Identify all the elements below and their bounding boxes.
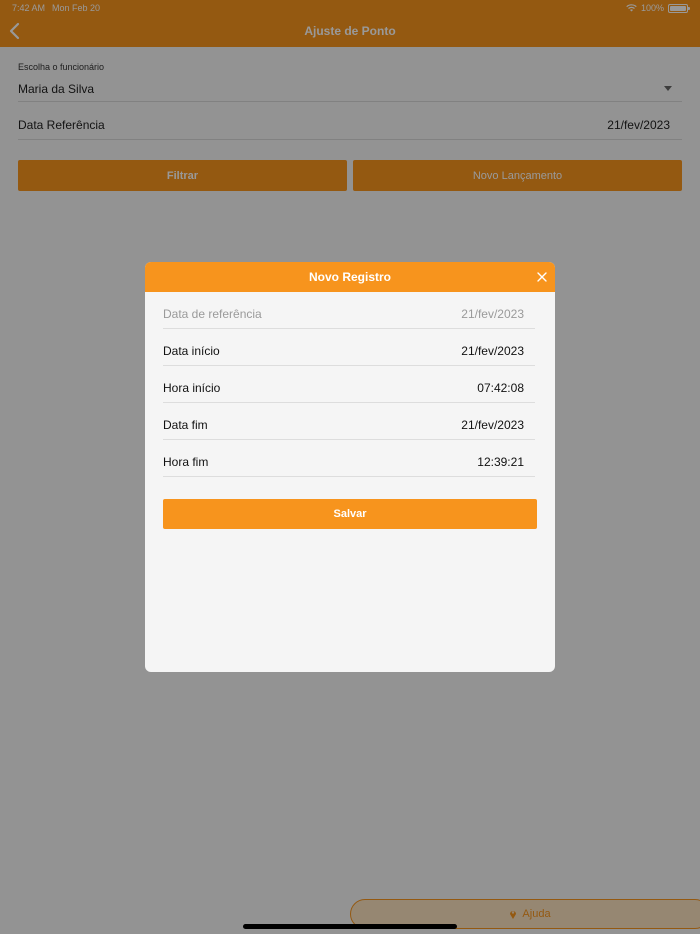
row-label: Data de referência	[163, 307, 262, 321]
row-label: Hora início	[163, 381, 221, 395]
start-time-row[interactable]: Hora início 07:42:08	[163, 366, 535, 403]
modal-title: Novo Registro	[308, 270, 391, 284]
start-date-row[interactable]: Data início 21/fev/2023	[163, 329, 535, 366]
row-value: 12:39:21	[477, 455, 524, 469]
row-value: 07:42:08	[477, 381, 524, 395]
reference-date-row: Data de referência 21/fev/2023	[163, 292, 535, 329]
new-record-modal: Novo Registro Data de referência 21/fev/…	[145, 262, 555, 672]
end-date-row[interactable]: Data fim 21/fev/2023	[163, 403, 535, 440]
save-button[interactable]: Salvar	[163, 499, 537, 529]
row-label: Hora fim	[163, 455, 209, 469]
row-value: 21/fev/2023	[461, 307, 524, 321]
modal-header: Novo Registro	[145, 262, 555, 292]
end-time-row[interactable]: Hora fim 12:39:21	[163, 440, 535, 477]
row-label: Data início	[163, 344, 220, 358]
home-indicator	[243, 924, 457, 929]
row-value: 21/fev/2023	[461, 418, 524, 432]
row-label: Data fim	[163, 418, 208, 432]
row-value: 21/fev/2023	[461, 344, 524, 358]
close-icon[interactable]	[535, 270, 549, 284]
